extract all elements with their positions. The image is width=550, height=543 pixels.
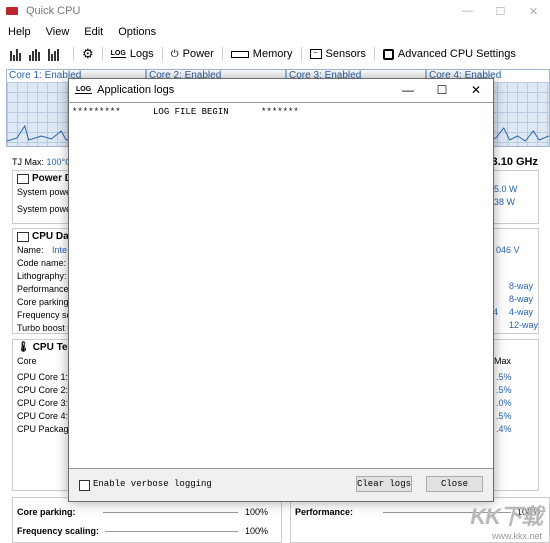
memory-button[interactable]: Memory xyxy=(230,48,293,60)
toolbar-separator xyxy=(101,47,103,61)
logs-label: Logs xyxy=(129,48,154,60)
cpu-temp-value-1: .5% xyxy=(496,372,512,382)
verbose-logging-checkbox[interactable] xyxy=(79,480,90,491)
cache-2: 8-way xyxy=(509,294,534,304)
power-value-1: 5.0 W xyxy=(494,184,518,194)
cpu-temp-value-4: .5% xyxy=(496,411,512,421)
frequency-scaling-slider[interactable] xyxy=(105,531,238,532)
close-button[interactable]: ✕ xyxy=(517,0,550,22)
bar-chart-3-icon[interactable] xyxy=(46,47,60,61)
power-label: Power xyxy=(182,48,214,60)
clear-logs-button[interactable]: Clear logs xyxy=(356,476,412,492)
core-parking-label: Core parking: xyxy=(17,507,76,517)
watermark: KK下载 www.kkx.net xyxy=(470,499,543,541)
memory-icon xyxy=(230,50,249,58)
cache-1: 8-way xyxy=(509,281,534,291)
dialog-titlebar: LOG Application logs — ☐ ✕ xyxy=(69,79,493,101)
log-icon: LOG xyxy=(75,86,93,94)
frequency-scaling-value: 100% xyxy=(245,526,269,536)
toolbar: ⚙ LOG Logs ⏻ Power Memory ~ Sensors Adva… xyxy=(0,42,550,66)
menu-edit[interactable]: Edit xyxy=(84,26,103,38)
core-parking-slider[interactable] xyxy=(103,512,238,513)
cpu-temp-value-5: .4% xyxy=(496,424,512,434)
watermark-logo: KK下载 xyxy=(470,504,543,529)
window-controls: — ☐ ✕ xyxy=(451,0,550,22)
cache-4: 12-way xyxy=(509,320,539,330)
toolbar-separator xyxy=(373,47,375,61)
watermark-url: www.kkx.net xyxy=(491,531,542,541)
minimize-button[interactable]: — xyxy=(451,0,484,22)
monitor-icon xyxy=(17,231,29,242)
dialog-minimize-button[interactable]: — xyxy=(391,79,425,101)
advanced-cpu-settings-button[interactable]: Advanced CPU Settings xyxy=(382,48,516,60)
tj-max-label: TJ Max: xyxy=(12,157,45,167)
dialog-footer: Enable verbose logging Clear logs Close xyxy=(69,469,493,501)
dialog-window-controls: — ☐ ✕ xyxy=(391,79,493,101)
bar-chart-1-icon[interactable] xyxy=(8,47,22,61)
cache-3: 4-way xyxy=(509,307,534,317)
menu-options[interactable]: Options xyxy=(118,26,156,38)
cpu-settings-icon xyxy=(382,48,394,60)
cpu-frequency: 3.10 GHz xyxy=(491,156,538,168)
sensors-label: Sensors xyxy=(325,48,366,60)
power-value-2: 38 W xyxy=(494,197,516,207)
cpu-temp-max-header: Max xyxy=(494,356,512,366)
close-dialog-button[interactable]: Close xyxy=(426,476,483,492)
cpu-data-title: CPU Da xyxy=(32,231,69,242)
logs-button[interactable]: LOG Logs xyxy=(110,48,154,60)
core-parking-value: 100% xyxy=(245,507,269,517)
menu-bar: Help View Edit Options xyxy=(0,22,550,42)
power-button[interactable]: ⏻ Power xyxy=(171,48,214,60)
cpu-temp-value-3: .0% xyxy=(496,398,512,408)
dialog-title: Application logs xyxy=(97,84,175,96)
sensors-button[interactable]: ~ Sensors xyxy=(309,48,366,60)
cpu-name-label: Name: xyxy=(17,245,44,255)
tj-max-row: TJ Max: 100°C xyxy=(12,157,72,167)
cpu-temp-value-2: .5% xyxy=(496,385,512,395)
advanced-cpu-settings-label: Advanced CPU Settings xyxy=(397,48,516,60)
thermometer-icon: 🌡 xyxy=(17,342,30,353)
power-icon: ⏻ xyxy=(170,48,179,60)
power-data-icon xyxy=(17,173,29,184)
toolbar-separator xyxy=(161,47,163,61)
menu-help[interactable]: Help xyxy=(8,26,31,38)
bar-chart-2-icon[interactable] xyxy=(27,47,41,61)
menu-view[interactable]: View xyxy=(46,26,70,38)
memory-label: Memory xyxy=(252,48,293,60)
gear-icon[interactable]: ⚙ xyxy=(82,46,94,62)
toolbar-separator xyxy=(300,47,302,61)
dialog-close-button[interactable]: ✕ xyxy=(459,79,493,101)
frequency-scaling-label: Frequency scaling: xyxy=(17,526,100,536)
cpu-temp-title: CPU Te xyxy=(32,342,68,353)
power-title: Power D xyxy=(32,173,73,184)
toolbar-separator xyxy=(73,47,74,61)
log-icon: LOG xyxy=(110,50,126,58)
cpu-name-value: Inte xyxy=(52,245,68,255)
log-textarea[interactable]: ********* LOG FILE BEGIN ******* xyxy=(69,102,493,469)
performance-label: Performance: xyxy=(295,507,354,517)
app-logo-icon xyxy=(6,5,20,17)
application-logs-dialog: LOG Application logs — ☐ ✕ ********* LOG… xyxy=(68,78,494,502)
window-title: Quick CPU xyxy=(26,5,81,17)
toolbar-separator xyxy=(221,47,223,61)
main-titlebar: Quick CPU — ☐ ✕ xyxy=(0,0,550,22)
cpu-voltage: 046 V xyxy=(496,245,520,255)
parking-scaling-panel: Core parking: 100% Frequency scaling: 10… xyxy=(12,497,282,543)
maximize-button[interactable]: ☐ xyxy=(484,0,517,22)
verbose-logging-label: Enable verbose logging xyxy=(93,479,212,489)
dialog-maximize-button[interactable]: ☐ xyxy=(425,79,459,101)
sensors-icon: ~ xyxy=(309,49,322,59)
